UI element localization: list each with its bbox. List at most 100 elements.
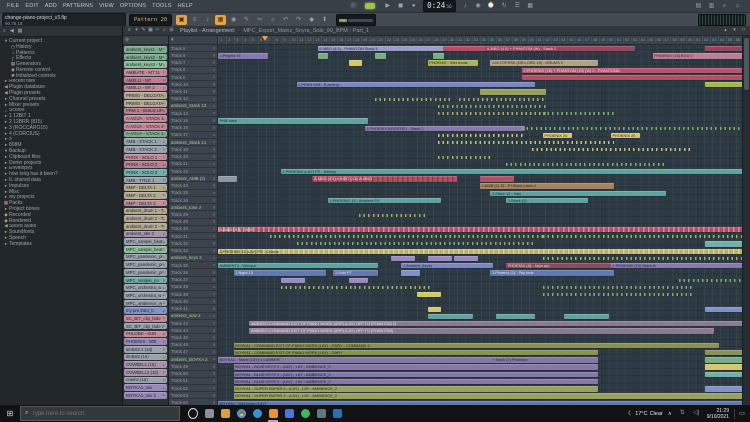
picker-item[interactable]: PRIMO - DELGATA▸ bbox=[124, 92, 167, 99]
pattern-clip[interactable] bbox=[480, 89, 546, 94]
track-header[interactable]: Track 10 bbox=[169, 81, 217, 88]
pattern-clip[interactable]: PHOENIX 20 bbox=[611, 133, 640, 138]
pattern-clip[interactable]: J-Pegma 15 bbox=[218, 53, 268, 58]
pattern-clip[interactable] bbox=[522, 75, 577, 80]
pattern-clip[interactable] bbox=[532, 169, 742, 174]
pattern-clip[interactable]: J-PHOENIX 15 (LAY) PS - Chords bbox=[218, 249, 742, 254]
picker-item[interactable]: ambient_drum 3 - TL▸ bbox=[124, 223, 167, 230]
pattern-clip[interactable] bbox=[349, 60, 362, 65]
track-header[interactable]: Track 28 bbox=[169, 211, 217, 218]
pattern-clip[interactable] bbox=[480, 176, 514, 181]
track-collapse-icon[interactable]: ▾ bbox=[171, 36, 174, 44]
browser-search-icon[interactable]: ⌕ bbox=[3, 26, 6, 37]
track-mute-dot[interactable] bbox=[213, 257, 216, 260]
tray-expand-icon[interactable]: ∧ bbox=[668, 411, 672, 417]
time-display[interactable]: 0:24 56 bbox=[423, 0, 455, 12]
track-header[interactable]: ambient_AMB (2) bbox=[169, 175, 217, 182]
picker-item[interactable]: ambient_title 3▸ bbox=[124, 231, 167, 238]
picker-item[interactable]: AMB - STACK 2▸ bbox=[124, 146, 167, 153]
draw-tool-icon[interactable]: ✎ bbox=[140, 26, 147, 35]
channel-rack-icon[interactable]: ≡ bbox=[189, 15, 200, 26]
start-button[interactable]: ⊞ bbox=[0, 405, 20, 422]
fl-studio-icon[interactable] bbox=[268, 409, 278, 419]
pattern-clip[interactable]: BOYKA1 - COMMAND EXIT OF PIANO WORK (LAY… bbox=[234, 343, 719, 348]
pattern-clip[interactable]: J-PHOENIX (15) + PHANTOM (15) (W) 2 - PH… bbox=[522, 68, 742, 73]
track-mute-dot[interactable] bbox=[213, 206, 216, 209]
pattern-clip[interactable] bbox=[318, 53, 329, 58]
picker-item[interactable]: AMB - STACK 1▸ bbox=[124, 138, 167, 145]
track-mute-dot[interactable] bbox=[213, 380, 216, 383]
track-mute-dot[interactable] bbox=[213, 105, 216, 108]
picker-item[interactable]: ambient_keys2 - MT▸ bbox=[124, 54, 167, 61]
track-header[interactable]: Track 43 bbox=[169, 320, 217, 327]
pattern-clip[interactable]: J-PHOENIX (LAY) PS - Melody bbox=[281, 169, 536, 174]
pattern-clip[interactable] bbox=[679, 75, 742, 80]
whatsapp-icon[interactable] bbox=[300, 409, 310, 419]
photos-icon[interactable] bbox=[284, 409, 294, 419]
track-header[interactable]: Track 45 bbox=[169, 334, 217, 341]
picker-item[interactable]: A-AGUA - STACK 1▸ bbox=[124, 115, 167, 122]
record-button[interactable]: ● bbox=[408, 1, 419, 12]
picker-item[interactable]: PRIMO - DELGATA 2▸ bbox=[124, 100, 167, 107]
pattern-clip[interactable] bbox=[438, 134, 525, 137]
pattern-clip[interactable] bbox=[564, 314, 609, 319]
track-mute-dot[interactable] bbox=[213, 126, 216, 129]
pattern-clip[interactable] bbox=[281, 278, 305, 283]
pattern-clip[interactable] bbox=[543, 112, 614, 115]
pattern-clip[interactable] bbox=[705, 357, 742, 362]
pattern-clip[interactable] bbox=[443, 46, 488, 51]
track-header[interactable]: ambient_Stack 14 bbox=[169, 139, 217, 146]
track-header[interactable]: Track 31 bbox=[169, 233, 217, 240]
track-mute-dot[interactable] bbox=[213, 141, 216, 144]
minimize-icon[interactable]: ▾ bbox=[731, 26, 738, 35]
pattern-clip[interactable] bbox=[705, 307, 742, 312]
picker-item[interactable]: SMP - DELTA 2▸ bbox=[124, 192, 167, 199]
picker-item[interactable]: COWBELL2 (16)▸ bbox=[124, 369, 167, 376]
pattern-clip[interactable]: J-Solo PT bbox=[333, 270, 378, 275]
pattern-clip[interactable]: BOYKA1 - Stack (LAY) 1 LUMBER bbox=[218, 357, 493, 362]
track-mute-dot[interactable] bbox=[213, 192, 216, 195]
menu-file[interactable]: FILE bbox=[4, 3, 22, 9]
pattern-selector[interactable]: Pattern 20 bbox=[129, 14, 172, 26]
playlist-menu-icon[interactable]: ≡ bbox=[126, 26, 133, 35]
pattern-clip[interactable] bbox=[543, 293, 693, 296]
track-header[interactable]: Track 37 bbox=[169, 277, 217, 284]
track-mute-dot[interactable] bbox=[213, 155, 216, 158]
pattern-clip[interactable]: J-Stack 15 - hats bbox=[490, 191, 666, 196]
track-mute-dot[interactable] bbox=[213, 300, 216, 303]
pattern-clip[interactable]: J-M-TOPSSK (DR.LORD 15) - DRUMS 2 bbox=[490, 60, 598, 65]
pattern-clip[interactable] bbox=[438, 112, 546, 115]
track-mute-dot[interactable] bbox=[213, 228, 216, 231]
export-icon[interactable]: ⬆ bbox=[319, 15, 330, 26]
track-mute-dot[interactable] bbox=[213, 235, 216, 238]
song-mode-icon[interactable]: ◉ bbox=[473, 1, 484, 12]
track-header[interactable]: Track 22 bbox=[169, 168, 217, 175]
pattern-clip[interactable] bbox=[349, 278, 368, 283]
picker-item[interactable]: AMB - TITLE 1▸ bbox=[124, 177, 167, 184]
pattern-clip[interactable] bbox=[705, 82, 742, 87]
track-mute-dot[interactable] bbox=[213, 242, 216, 245]
track-mute-dot[interactable] bbox=[213, 394, 216, 397]
track-header[interactable]: Track 24 bbox=[169, 182, 217, 189]
pattern-clip[interactable]: + Stack (2) Phantom bbox=[490, 357, 598, 362]
typing-keyboard-icon[interactable]: ☰ bbox=[512, 1, 523, 12]
track-mute-dot[interactable] bbox=[213, 199, 216, 202]
track-header[interactable]: Track 7 bbox=[169, 59, 217, 66]
pattern-clip[interactable] bbox=[428, 256, 452, 261]
detach-icon[interactable]: ▴ bbox=[722, 26, 729, 35]
picker-item[interactable]: SMP - DELTA 1▸ bbox=[124, 184, 167, 191]
track-mute-dot[interactable] bbox=[213, 249, 216, 252]
track-header[interactable]: Track 12 bbox=[169, 96, 217, 103]
pattern-clip[interactable] bbox=[506, 163, 666, 166]
browser-item[interactable]: ▸Templates bbox=[0, 241, 122, 247]
pattern-clip[interactable]: J-AMB (2) 15 - P+Stack piano 2 bbox=[480, 183, 614, 188]
track-mute-dot[interactable] bbox=[213, 112, 216, 115]
track-header[interactable]: Track 47 bbox=[169, 349, 217, 356]
browser-view-icon[interactable]: ▦ bbox=[18, 26, 23, 37]
pattern-clip[interactable] bbox=[417, 292, 441, 297]
track-header[interactable]: ambient_Stack 13 bbox=[169, 103, 217, 110]
track-mute-dot[interactable] bbox=[213, 177, 216, 180]
vertical-scrollbar[interactable] bbox=[742, 36, 750, 405]
track-header[interactable]: Track 41 bbox=[169, 305, 217, 312]
track-mute-dot[interactable] bbox=[213, 119, 216, 122]
